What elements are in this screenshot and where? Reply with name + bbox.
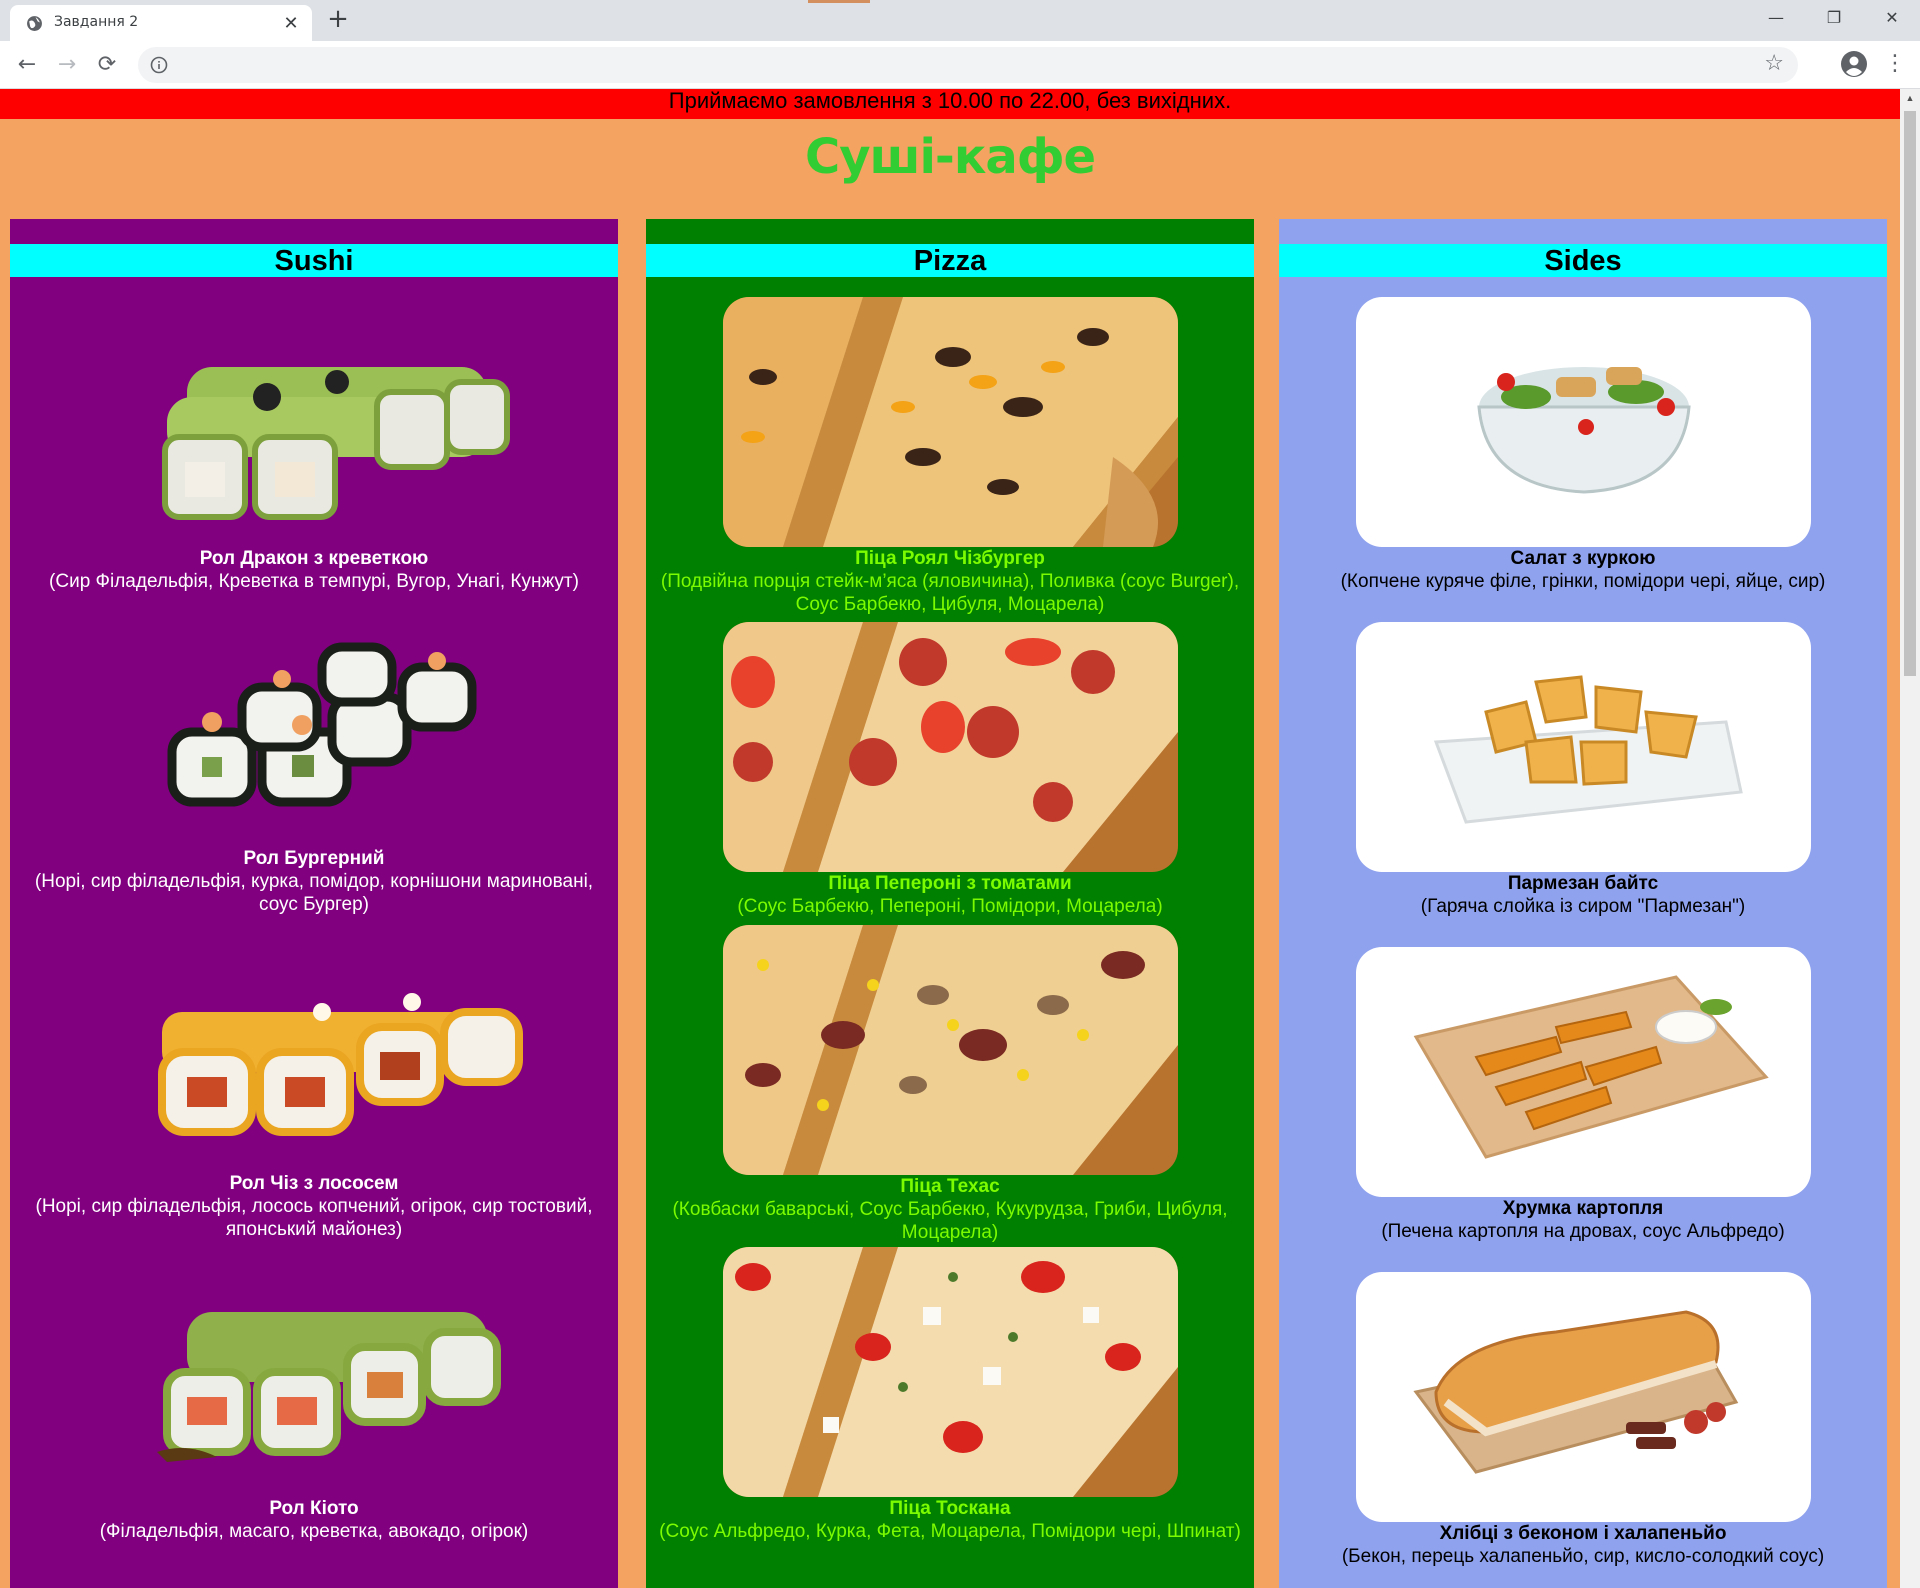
forward-arrow-icon[interactable]: →	[52, 50, 82, 80]
menu-item: Рол Бургерний (Норі, сир філадельфія, ку…	[10, 597, 618, 916]
browser-toolbar: ← → ⟳ ☆ ⋮	[0, 41, 1920, 89]
pizza-texas-image	[722, 925, 1178, 1175]
page-viewport: Приймаємо замовлення з 10.00 по 22.00, б…	[0, 89, 1900, 1588]
menu-item: Пармезан байтс (Гаряча слойка із сиром "…	[1279, 622, 1887, 918]
star-icon[interactable]: ☆	[1764, 51, 1784, 76]
item-name: Салат з куркою	[1510, 548, 1656, 569]
menu-item: Салат з куркою (Копчене куряче філе, грі…	[1279, 297, 1887, 593]
item-name: Хлібці з беконом і халапеньйо	[1439, 1523, 1727, 1544]
item-name: Піца Пепероні з томатами	[828, 873, 1072, 894]
hours-notice: Приймаємо замовлення з 10.00 по 22.00, б…	[0, 89, 1900, 119]
menu-item: Піца Техас (Ковбаски баварські, Соус Бар…	[646, 925, 1254, 1244]
restore-button[interactable]: ❐	[1806, 0, 1862, 36]
minimize-button[interactable]: —	[1748, 0, 1804, 36]
close-window-button[interactable]: ✕	[1864, 0, 1920, 36]
item-name: Піца Роял Чізбургер	[855, 548, 1045, 569]
browser-tab[interactable]: Завдання 2 ✕	[10, 5, 312, 41]
item-description: (Норі, сир філадельфія, курка, помідор, …	[34, 871, 594, 915]
pizza-heading: Pizza	[646, 244, 1254, 277]
menu-item: Рол Дракон з креветкою (Сир Філадельфія,…	[10, 297, 618, 593]
item-description: (Копчене куряче філе, грінки, помідори ч…	[1340, 571, 1826, 592]
tab-strip: Завдання 2 ✕ + — ❐ ✕	[0, 0, 1920, 41]
item-description: (Бекон, перець халапеньйо, сир, кисло-со…	[1341, 1546, 1825, 1567]
sushi-dragon-roll-image	[87, 297, 542, 547]
parmesan-bites-plate-image	[1355, 622, 1811, 872]
tab-close-icon[interactable]: ✕	[280, 12, 302, 34]
scrollbar-thumb[interactable]	[1904, 111, 1916, 676]
globe-icon	[27, 16, 42, 31]
item-description: (Норі, сир філадельфія, лосось копчений,…	[35, 1196, 593, 1240]
item-description: (Соус Барбекю, Пепероні, Помідори, Моцар…	[737, 896, 1163, 917]
bacon-jalapeno-bread-board-image	[1355, 1272, 1811, 1522]
sides-heading: Sides	[1279, 244, 1887, 277]
profile-icon[interactable]	[1840, 50, 1868, 78]
back-arrow-icon[interactable]: ←	[12, 50, 42, 80]
item-description: (Подвійна порція стейк-м’яса (яловичина)…	[660, 571, 1240, 615]
info-icon[interactable]	[150, 56, 168, 74]
item-description: (Соус Альфредо, Курка, Фета, Моцарела, П…	[659, 1521, 1241, 1542]
pizza-pepperoni-tomato-image	[722, 622, 1178, 872]
menu-item: Рол Чіз з лососем (Норі, сир філадельфія…	[10, 922, 618, 1241]
menu-icon[interactable]: ⋮	[1884, 50, 1906, 80]
item-name: Рол Чіз з лососем	[229, 1173, 399, 1194]
item-name: Хрумка картопля	[1502, 1198, 1664, 1219]
scroll-up-arrow-icon[interactable]: ▲	[1900, 89, 1920, 107]
menu-item: Хлібці з беконом і халапеньйо (Бекон, пе…	[1279, 1272, 1887, 1568]
sides-column: Sides Салат з куркою (Копчене куряче філ…	[1279, 219, 1887, 1588]
page-title: Суші-кафе	[804, 129, 1096, 185]
item-description: (Ковбаски баварські, Соус Барбекю, Кукур…	[672, 1199, 1228, 1243]
pizza-royal-cheeseburger-image	[722, 297, 1178, 547]
sushi-cheese-salmon-roll-image	[87, 922, 542, 1172]
address-bar[interactable]: ☆	[138, 47, 1798, 83]
item-name: Піца Тоскана	[889, 1498, 1011, 1519]
item-description: (Гаряча слойка із сиром "Пармезан")	[1420, 896, 1746, 917]
sushi-kyoto-roll-image	[87, 1247, 542, 1497]
item-name: Піца Техас	[900, 1176, 1000, 1197]
item-description: (Сир Філадельфія, Креветка в темпурі, Ву…	[49, 571, 579, 592]
reload-icon[interactable]: ⟳	[92, 50, 122, 80]
vertical-scrollbar[interactable]: ▲	[1900, 89, 1920, 1588]
tabstrip-accent	[808, 0, 870, 3]
item-name: Рол Бургерний	[243, 848, 385, 869]
potato-wedges-board-image	[1355, 947, 1811, 1197]
sushi-heading: Sushi	[10, 244, 618, 277]
item-name: Пармезан байтс	[1507, 873, 1659, 894]
menu-item: Піца Роял Чізбургер (Подвійна порція сте…	[646, 297, 1254, 616]
item-name: Рол Кіото	[269, 1498, 359, 1519]
item-description: (Філадельфія, масаго, креветка, авокадо,…	[99, 1521, 529, 1542]
pizza-toscana-image	[722, 1247, 1178, 1497]
sushi-burger-roll-image	[87, 597, 542, 847]
new-tab-button[interactable]: +	[325, 6, 351, 33]
address-input[interactable]	[182, 53, 1746, 79]
sushi-column: Sushi Рол Дракон з креветкою (Сир Філаде…	[10, 219, 618, 1588]
menu-item: Рол Кіото (Філадельфія, масаго, креветка…	[10, 1247, 618, 1543]
menu-item: Піца Пепероні з томатами (Соус Барбекю, …	[646, 622, 1254, 918]
item-name: Рол Дракон з креветкою	[199, 548, 429, 569]
item-description: (Печена картопля на дровах, соус Альфред…	[1381, 1221, 1785, 1242]
menu-item: Хрумка картопля (Печена картопля на дров…	[1279, 947, 1887, 1243]
chicken-salad-bowl-image	[1355, 297, 1811, 547]
menu-item: Піца Тоскана (Соус Альфредо, Курка, Фета…	[646, 1247, 1254, 1543]
tab-title: Завдання 2	[54, 14, 139, 30]
pizza-column: Pizza Піца Роял Чізбургер (Подвійна порц…	[646, 219, 1254, 1588]
